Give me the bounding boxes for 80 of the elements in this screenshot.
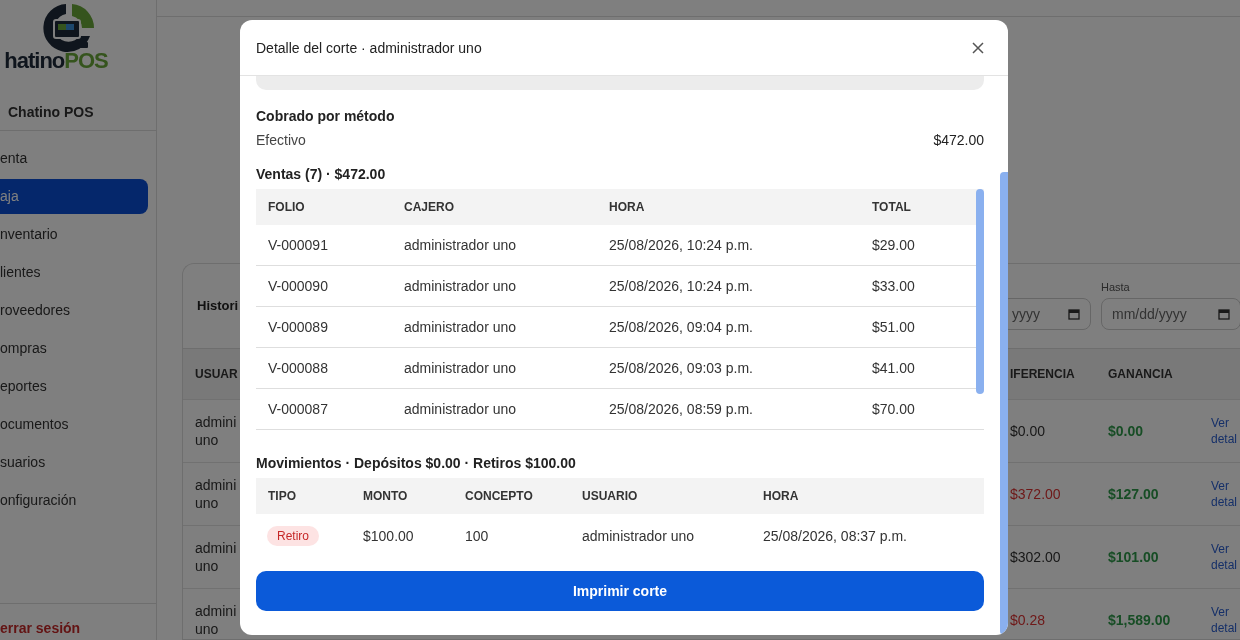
table-cell-text: $33.00 — [872, 278, 916, 294]
table-cell-text: administrador uno — [404, 278, 518, 294]
table-cell-text: $70.00 — [872, 401, 916, 417]
table-cell-text: 100 — [465, 527, 490, 544]
method-name: Efectivo — [256, 132, 306, 148]
section-title: Cobrado por método — [256, 108, 396, 124]
column-header: CAJERO — [404, 200, 455, 214]
method-amount: $472.00 — [933, 132, 984, 148]
column-header: CONCEPTO — [465, 489, 534, 503]
table-cell-text: $127.00 — [1108, 485, 1160, 502]
nav-item[interactable]: lientes — [0, 255, 148, 290]
column-header: FOLIO — [268, 200, 306, 214]
column-header: HORA — [609, 200, 646, 214]
logo-wordmark: hatinoPOS — [4, 48, 108, 74]
table-cell-text: admini uno — [195, 475, 238, 512]
nav-item[interactable]: enta — [0, 141, 148, 176]
brand-name: Chatino POS — [0, 94, 156, 131]
table-cell-text: $41.00 — [872, 360, 916, 376]
table-cell-text: V-000090 — [268, 278, 329, 294]
table-cell-text: V-000087 — [268, 401, 329, 417]
close-icon[interactable] — [972, 41, 984, 54]
table-cell-text: $101.00 — [1108, 548, 1160, 565]
table-cell-text: administrador uno — [404, 360, 518, 376]
details-link[interactable]: Ver detal — [1211, 477, 1240, 510]
column-header: TOTAL — [872, 200, 912, 214]
column-header: GANANCIA — [1108, 366, 1174, 381]
table-cell-text: $0.00 — [1108, 422, 1145, 439]
table-cell-text: V-000088 — [268, 360, 329, 376]
type-badge: Retiro — [267, 525, 319, 546]
table-cell-text: admini uno — [195, 412, 238, 449]
table-cell-text: $100.00 — [363, 527, 415, 544]
table-cell-text: administrador uno — [582, 527, 696, 544]
section-title: Movimientos · Depósitos $0.00 · Retiros $100.00 — [256, 455, 577, 471]
table-cell-text: 25/08/2026, 08:59 p.m. — [609, 401, 754, 417]
modal-title: Detalle del corte · administrador uno — [256, 39, 482, 56]
column-header: USUARIO — [582, 489, 639, 503]
nav-item[interactable]: eportes — [0, 369, 148, 404]
table-cell-text: 25/08/2026, 10:24 p.m. — [609, 237, 754, 253]
details-link[interactable]: Ver detal — [1211, 540, 1240, 573]
nav-item[interactable]: ompras — [0, 331, 148, 366]
table-cell-text: $1,589.00 — [1108, 611, 1172, 628]
column-header: USUAR — [195, 366, 239, 381]
table-cell-text: $372.00 — [1010, 485, 1062, 502]
nav-item[interactable]: aja — [0, 179, 148, 214]
scrollbar-thumb[interactable] — [976, 189, 984, 394]
card-title: Histori — [197, 298, 239, 314]
table-cell-text: V-000091 — [268, 237, 329, 253]
table-cell-text: V-000089 — [268, 319, 329, 335]
column-header: TIPO — [268, 489, 297, 503]
table-cell-text: 25/08/2026, 09:03 p.m. — [609, 360, 754, 376]
nav-item[interactable]: nventario — [0, 217, 148, 252]
nav-item[interactable]: roveedores — [0, 293, 148, 328]
print-button[interactable]: Imprimir corte — [256, 571, 984, 611]
table-cell-text: administrador uno — [404, 319, 518, 335]
table-cell-text: administrador uno — [404, 401, 518, 417]
nav-item[interactable]: ocumentos — [0, 407, 148, 442]
column-header: HORA — [763, 489, 800, 503]
field-label: Hasta — [1101, 281, 1131, 295]
table-cell-text: administrador uno — [404, 237, 518, 253]
table-cell-text: 25/08/2026, 09:04 p.m. — [609, 319, 754, 335]
table-cell-text: 25/08/2026, 10:24 p.m. — [609, 278, 754, 294]
nav-item[interactable]: onfiguración — [0, 483, 148, 518]
column-header: IFERENCIA — [1010, 366, 1076, 381]
table-cell-text: $29.00 — [872, 237, 916, 253]
table-cell-text: $0.00 — [1010, 422, 1047, 439]
section-title: Ventas (7) · $472.00 — [256, 166, 387, 182]
details-link[interactable]: Ver detal — [1211, 414, 1240, 447]
calendar-icon[interactable] — [1068, 308, 1080, 321]
logout-link[interactable]: errar sesión — [0, 620, 156, 636]
table-cell-text: $302.00 — [1010, 548, 1062, 565]
scrollbar-thumb[interactable] — [1000, 172, 1008, 635]
calendar-icon[interactable] — [1218, 308, 1230, 321]
details-link[interactable]: Ver detal — [1211, 603, 1240, 636]
table-cell-text: $51.00 — [872, 319, 916, 335]
nav-item[interactable]: suarios — [0, 445, 148, 480]
table-cell-text: admini uno — [195, 601, 238, 638]
column-header: MONTO — [363, 489, 409, 503]
table-cell-text: 25/08/2026, 08:37 p.m. — [763, 527, 908, 544]
table-cell-text: $0.28 — [1010, 611, 1047, 628]
table-cell-text: admini uno — [195, 538, 238, 575]
